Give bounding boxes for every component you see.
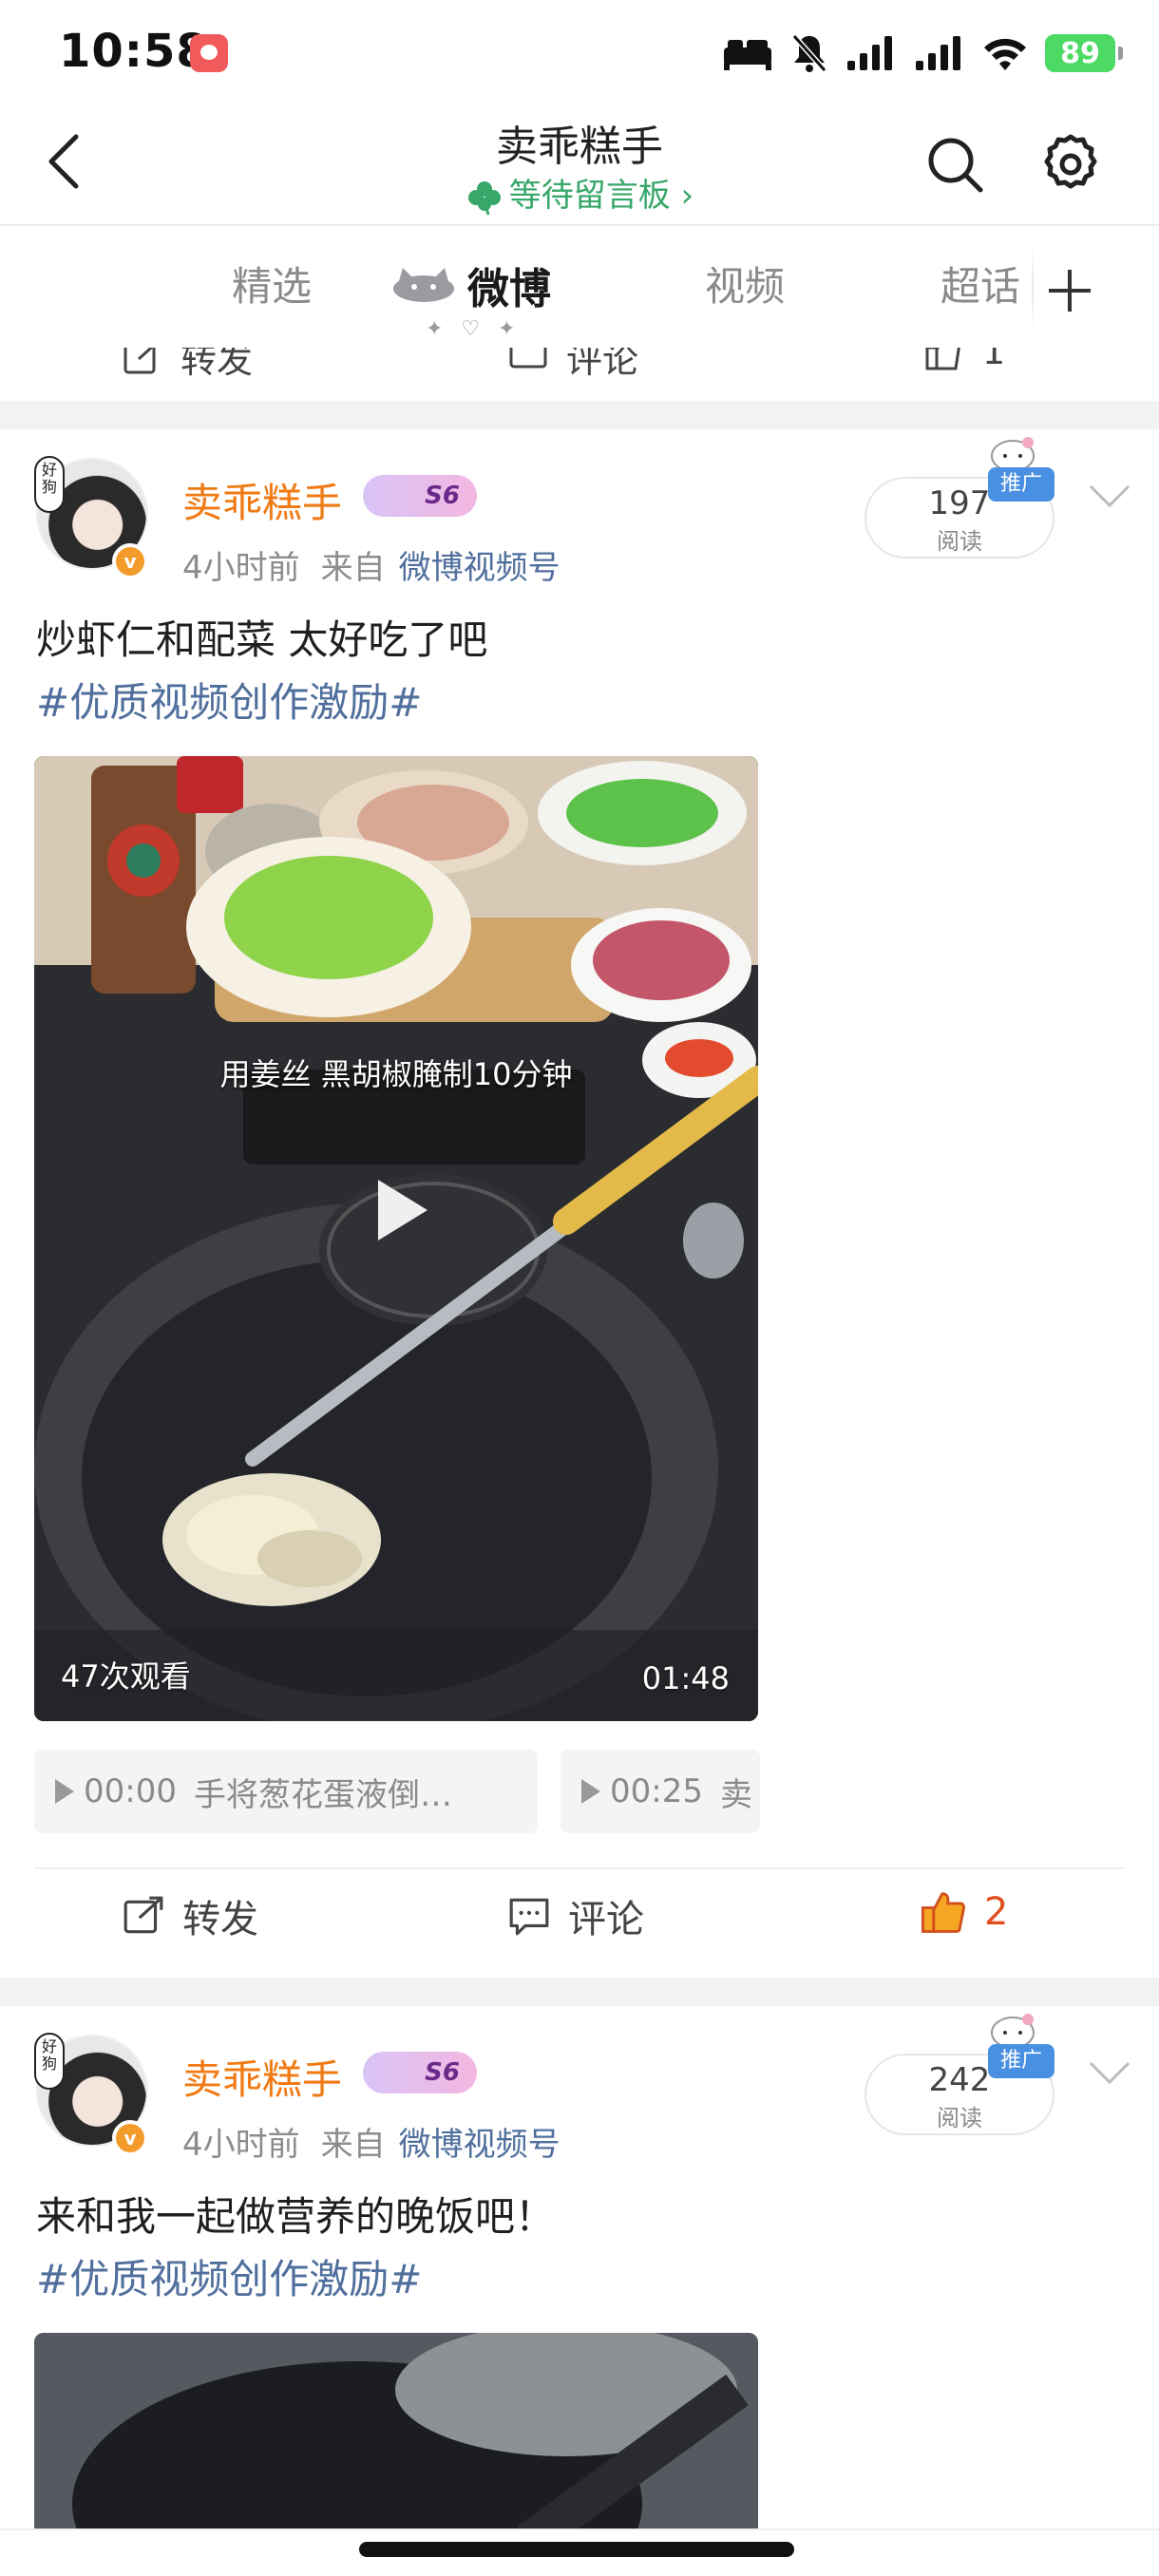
repost-icon <box>124 1896 163 1934</box>
clover-icon <box>467 180 501 215</box>
chapter-text: 卖 <box>719 1775 752 1814</box>
repost-icon <box>124 348 156 373</box>
comment-button[interactable]: 评论 <box>507 1888 644 1943</box>
action-divider <box>34 1867 1125 1869</box>
tab-weibo[interactable]: 微博 <box>467 255 551 315</box>
feed-separator <box>0 401 1159 429</box>
battery-level: 89 <box>1060 36 1100 70</box>
status-time: 10:58 <box>59 25 209 78</box>
video-player[interactable]: 用姜丝 黑胡椒腌制10分钟 47次观看 01:48 <box>34 756 758 1721</box>
play-icon[interactable] <box>357 1170 437 1250</box>
cat-icon <box>393 268 454 302</box>
verified-badge-icon: v <box>112 2120 148 2156</box>
chapter-time: 00:00 <box>84 1772 177 1810</box>
like-count: 2 <box>984 1890 1009 1934</box>
home-indicator[interactable] <box>359 2542 794 2557</box>
hashtag-link[interactable]: #优质视频创作激励# <box>36 2247 422 2305</box>
search-icon[interactable] <box>922 131 988 198</box>
tab-video[interactable]: 视频 <box>705 255 785 313</box>
play-small-icon <box>55 1779 74 1804</box>
comment-icon <box>509 1898 549 1936</box>
repost-label: 转发 <box>182 1898 258 1941</box>
chapter-item[interactable]: 00:00 手将葱花蛋液倒… <box>34 1750 538 1833</box>
video-frame-image <box>34 2333 758 2529</box>
like-icon <box>921 1892 966 1933</box>
video-player[interactable] <box>34 2333 758 2529</box>
post-text: 来和我一起做营养的晚饭吧！ <box>36 2193 556 2240</box>
author-name[interactable]: 卖乖糕手 <box>182 2048 342 2106</box>
prev-like-count: 1 <box>982 348 1006 372</box>
promote-tag[interactable]: 推广 <box>988 467 1054 502</box>
source-prefix: 来自 <box>320 2126 386 2164</box>
prev-like-button[interactable]: 1 <box>923 348 1005 372</box>
chevron-down-icon[interactable] <box>1083 477 1136 515</box>
video-duration: 01:48 <box>641 1660 730 1696</box>
post-meta: 4小时前 来自 微博视频号 <box>182 2118 560 2165</box>
gear-icon[interactable] <box>1036 129 1106 199</box>
like-icon <box>925 348 960 370</box>
hashtag-link[interactable]: #优质视频创作激励# <box>36 671 422 729</box>
battery-icon: 89 <box>1045 34 1123 72</box>
mute-bell-icon <box>791 34 827 72</box>
profile-tabs: 精选 微博 ✦ ♡ ✦ 视频 超话 <box>0 226 1159 348</box>
bottom-divider <box>0 2529 1159 2530</box>
post-source[interactable]: 微博视频号 <box>399 2126 560 2164</box>
post-meta: 4小时前 来自 微博视频号 <box>182 541 560 588</box>
comment-icon <box>509 348 547 368</box>
feed-post[interactable]: 好狗 v 卖乖糕手 S6 4小时前 来自 微博视频号 197 阅读 推广 炒虾仁和配… <box>0 429 1159 1978</box>
page-header: 卖乖糕手 等待留言板 › <box>0 104 1159 224</box>
add-tab-icon[interactable] <box>1032 253 1108 329</box>
status-bar: 10:58 89 <box>0 0 1159 104</box>
level-badge: S6 <box>363 475 477 517</box>
feed-separator <box>0 1978 1159 2006</box>
wifi-icon <box>984 38 1026 70</box>
read-label: 阅读 <box>937 528 982 555</box>
chapter-text: 手将葱花蛋液倒… <box>193 1775 452 1814</box>
avatar-bubble: 好狗 <box>34 456 65 513</box>
video-chapters: 00:00 手将葱花蛋液倒… 00:25 卖 <box>34 1750 1159 1835</box>
message-board-label: 等待留言板 <box>508 177 671 215</box>
signal-icon <box>916 36 960 70</box>
feed-post[interactable]: 好狗 v 卖乖糕手 S6 4小时前 来自 微博视频号 242 阅读 推广 来和我一起… <box>0 2006 1159 2529</box>
chapter-time: 00:25 <box>610 1772 703 1810</box>
play-small-icon <box>581 1779 600 1804</box>
like-button[interactable]: 2 <box>920 1888 1008 1936</box>
repost-button[interactable]: 转发 <box>122 1888 258 1943</box>
status-icons: 89 <box>722 28 1123 78</box>
video-subtitle: 用姜丝 黑胡椒腌制10分钟 <box>219 1056 573 1092</box>
bed-icon <box>724 40 771 70</box>
post-time: 4小时前 <box>182 549 300 587</box>
prev-comment-button[interactable]: 评论 <box>507 348 638 383</box>
previous-post-actions: 转发 评论 1 <box>0 348 1159 399</box>
tab-featured[interactable]: 精选 <box>232 255 312 313</box>
read-label: 阅读 <box>937 2105 982 2131</box>
prev-repost-label: 转发 <box>180 348 254 381</box>
chevron-down-icon[interactable] <box>1083 2054 1136 2092</box>
comment-label: 评论 <box>568 1898 644 1941</box>
prev-repost-button[interactable]: 转发 <box>122 348 253 383</box>
signal-icon <box>847 36 892 70</box>
video-views: 47次观看 <box>61 1658 191 1695</box>
tab-super-topic[interactable]: 超话 <box>940 255 1020 313</box>
author-name[interactable]: 卖乖糕手 <box>182 471 342 529</box>
chapter-item[interactable]: 00:25 卖 <box>560 1750 760 1833</box>
post-time: 4小时前 <box>182 2126 300 2164</box>
verified-badge-icon: v <box>112 543 148 579</box>
avatar-bubble: 好狗 <box>34 2033 65 2090</box>
level-badge: S6 <box>363 2052 477 2093</box>
chevron-right-icon: › <box>680 177 694 215</box>
app-notification-icon <box>190 34 228 72</box>
promote-tag[interactable]: 推广 <box>988 2044 1054 2078</box>
prev-comment-label: 评论 <box>566 348 639 381</box>
post-source[interactable]: 微博视频号 <box>399 549 560 587</box>
source-prefix: 来自 <box>320 549 386 587</box>
post-actions: 转发 评论 2 <box>0 1871 1159 1966</box>
sparkle-icon: ✦ ♡ ✦ <box>426 317 522 341</box>
post-text: 炒虾仁和配菜 太好吃了吧 <box>36 616 488 663</box>
